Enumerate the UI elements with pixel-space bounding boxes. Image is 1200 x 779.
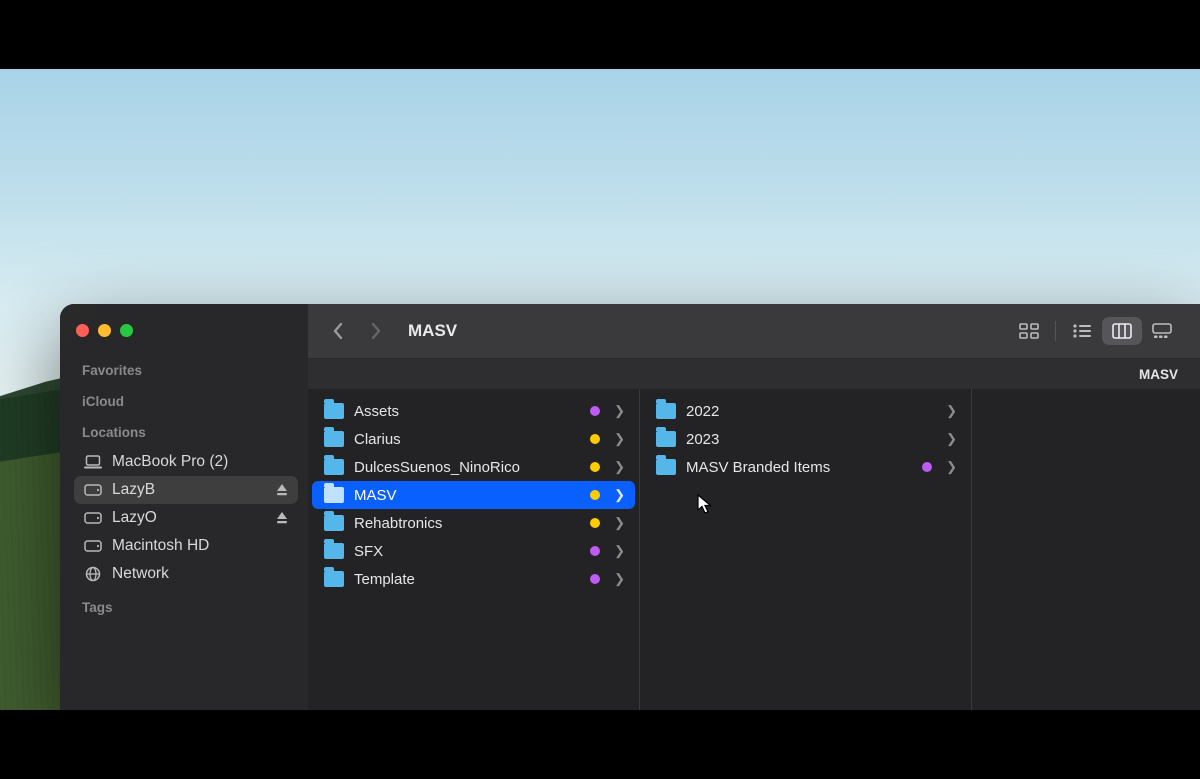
letterbox-bottom (0, 710, 1200, 779)
folder-row[interactable]: MASV Branded Items ❯ (644, 453, 967, 481)
window-controls (74, 322, 298, 351)
folder-icon (324, 403, 344, 419)
folder-icon (324, 459, 344, 475)
laptop-icon (84, 455, 102, 469)
folder-row[interactable]: Template ❯ (312, 565, 635, 593)
folder-label: Clarius (354, 431, 401, 448)
sidebar-heading-favorites[interactable]: Favorites (74, 355, 298, 382)
folder-icon (324, 431, 344, 447)
tag-dot-purple (590, 406, 600, 416)
folder-icon (324, 571, 344, 587)
toolbar-title: MASV (408, 321, 457, 341)
chevron-right-icon: ❯ (614, 571, 625, 587)
view-list-button[interactable] (1062, 317, 1102, 345)
chevron-right-icon: ❯ (946, 459, 957, 475)
forward-button[interactable] (364, 318, 388, 344)
folder-icon (324, 515, 344, 531)
folder-label: MASV (354, 487, 397, 504)
tag-dot-purple (922, 462, 932, 472)
tag-dot-purple (590, 546, 600, 556)
folder-icon (656, 403, 676, 419)
folder-icon (656, 431, 676, 447)
tag-dot-yellow (590, 434, 600, 444)
finder-main: MASV (308, 304, 1200, 710)
view-mode-group (1009, 317, 1182, 345)
sidebar-item-label: MacBook Pro (2) (112, 453, 228, 471)
tag-dot-yellow (590, 490, 600, 500)
sidebar-item-label: Macintosh HD (112, 537, 209, 555)
folder-icon (656, 459, 676, 475)
folder-label: 2022 (686, 403, 719, 420)
eject-icon[interactable] (276, 511, 288, 525)
folder-label: 2023 (686, 431, 719, 448)
tag-dot-yellow (590, 462, 600, 472)
chevron-right-icon: ❯ (614, 403, 625, 419)
folder-row[interactable]: 2023 ❯ (644, 425, 967, 453)
sidebar-item-lazyb[interactable]: LazyB (74, 476, 298, 504)
folder-label: SFX (354, 543, 383, 560)
folder-row[interactable]: 2022 ❯ (644, 397, 967, 425)
finder-window: Favorites iCloud Locations MacBook Pro (… (60, 304, 1200, 710)
folder-icon (324, 487, 344, 503)
sidebar-item-lazyo[interactable]: LazyO (74, 504, 298, 532)
hdd-icon (84, 540, 102, 552)
view-icons-button[interactable] (1009, 317, 1049, 345)
folder-label: Template (354, 571, 415, 588)
folder-row[interactable]: Clarius ❯ (312, 425, 635, 453)
chevron-right-icon: ❯ (614, 487, 625, 503)
sidebar-item-label: LazyB (112, 481, 155, 499)
close-button[interactable] (76, 324, 89, 337)
hdd-icon (84, 512, 102, 524)
sidebar-heading-locations[interactable]: Locations (74, 417, 298, 444)
chevron-right-icon: ❯ (614, 515, 625, 531)
eject-icon[interactable] (276, 483, 288, 497)
maximize-button[interactable] (120, 324, 133, 337)
back-button[interactable] (326, 318, 350, 344)
folder-label: Rehabtronics (354, 515, 442, 532)
chevron-right-icon: ❯ (946, 403, 957, 419)
letterbox-top (0, 0, 1200, 69)
folder-row[interactable]: SFX ❯ (312, 537, 635, 565)
column-0[interactable]: Assets❯Clarius❯DulcesSuenos_NinoRico❯MAS… (308, 389, 640, 710)
sidebar-item-macintosh-hd[interactable]: Macintosh HD (74, 532, 298, 560)
folder-label: Assets (354, 403, 399, 420)
folder-row[interactable]: Rehabtronics ❯ (312, 509, 635, 537)
view-columns-button[interactable] (1102, 317, 1142, 345)
tag-dot-purple (590, 574, 600, 584)
folder-row[interactable]: MASV ❯ (312, 481, 635, 509)
folder-row[interactable]: Assets ❯ (312, 397, 635, 425)
sidebar-item-label: Network (112, 565, 169, 583)
folder-label: DulcesSuenos_NinoRico (354, 459, 520, 476)
chevron-right-icon: ❯ (614, 459, 625, 475)
column-2[interactable] (972, 389, 1200, 710)
globe-icon (84, 566, 102, 582)
minimize-button[interactable] (98, 324, 111, 337)
sidebar-heading-icloud[interactable]: iCloud (74, 386, 298, 413)
chevron-right-icon: ❯ (614, 431, 625, 447)
chevron-right-icon: ❯ (946, 431, 957, 447)
desktop: Favorites iCloud Locations MacBook Pro (… (0, 69, 1200, 710)
finder-sidebar: Favorites iCloud Locations MacBook Pro (… (60, 304, 308, 710)
folder-label: MASV Branded Items (686, 459, 830, 476)
path-segment[interactable]: MASV (1139, 367, 1178, 382)
column-browser: Assets❯Clarius❯DulcesSuenos_NinoRico❯MAS… (308, 389, 1200, 710)
path-bar[interactable]: MASV (308, 359, 1200, 389)
folder-icon (324, 543, 344, 559)
sidebar-item-label: LazyO (112, 509, 157, 527)
finder-toolbar: MASV (308, 304, 1200, 359)
view-gallery-button[interactable] (1142, 317, 1182, 345)
chevron-right-icon: ❯ (614, 543, 625, 559)
sidebar-heading-tags[interactable]: Tags (74, 592, 298, 619)
hdd-icon (84, 484, 102, 496)
folder-row[interactable]: DulcesSuenos_NinoRico ❯ (312, 453, 635, 481)
sidebar-item-macbook-pro-2-[interactable]: MacBook Pro (2) (74, 448, 298, 476)
column-1[interactable]: 2022 ❯ 2023 ❯ MASV Branded Items ❯ (640, 389, 972, 710)
sidebar-item-network[interactable]: Network (74, 560, 298, 588)
tag-dot-yellow (590, 518, 600, 528)
